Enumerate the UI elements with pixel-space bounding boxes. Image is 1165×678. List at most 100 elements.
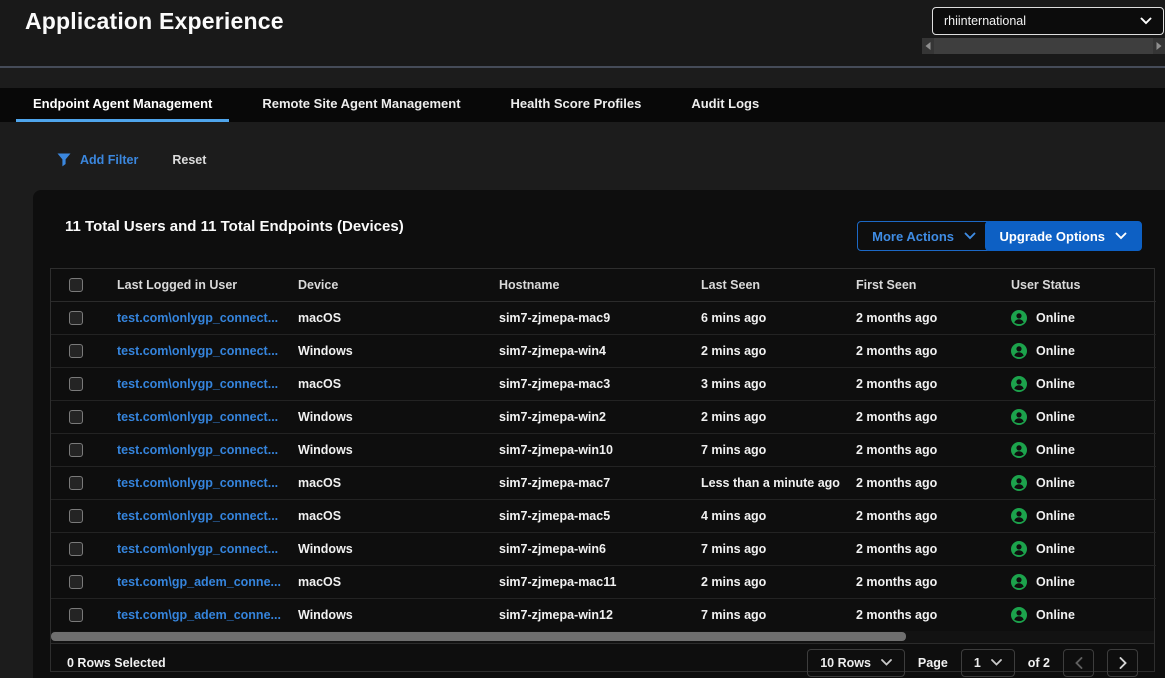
previous-page-button[interactable] [1063, 649, 1094, 677]
row-checkbox[interactable] [69, 575, 83, 589]
user-link[interactable]: test.com\onlygp_connect... [117, 509, 278, 523]
device-cell: Windows [298, 443, 353, 457]
col-last-logged-in-user: Last Logged in User [101, 269, 282, 301]
user-link[interactable]: test.com\gp_adem_conne... [117, 575, 281, 589]
table-horizontal-scrollbar[interactable] [51, 631, 1154, 643]
tab-bar: Endpoint Agent Management Remote Site Ag… [0, 88, 1165, 122]
table-row: test.com\onlygp_connect... macOS sim7-zj… [51, 301, 1156, 334]
table-row: test.com\onlygp_connect... Windows sim7-… [51, 532, 1156, 565]
first-seen-cell: 2 months ago [856, 476, 937, 490]
tab-remote-site-agent-management[interactable]: Remote Site Agent Management [245, 88, 477, 122]
scroll-right-icon[interactable] [1153, 42, 1165, 50]
table-scrollbar-thumb[interactable] [51, 632, 906, 641]
user-link[interactable]: test.com\onlygp_connect... [117, 542, 278, 556]
last-seen-cell: 2 mins ago [701, 344, 766, 358]
user-link[interactable]: test.com\onlygp_connect... [117, 410, 278, 424]
col-hostname: Hostname [483, 269, 685, 301]
user-link[interactable]: test.com\onlygp_connect... [117, 377, 278, 391]
online-user-icon [1011, 376, 1027, 392]
hostname-cell: sim7-zjmepa-win2 [499, 410, 606, 424]
tab-endpoint-agent-management[interactable]: Endpoint Agent Management [16, 88, 229, 122]
row-checkbox[interactable] [69, 542, 83, 556]
user-link[interactable]: test.com\gp_adem_conne... [117, 608, 281, 622]
endpoint-table-card: 11 Total Users and 11 Total Endpoints (D… [33, 190, 1165, 678]
online-user-icon [1011, 508, 1027, 524]
scroll-left-icon[interactable] [922, 42, 934, 50]
table-row: test.com\onlygp_connect... macOS sim7-zj… [51, 367, 1156, 400]
tenant-selector[interactable]: rhiinternational [932, 7, 1164, 35]
upgrade-options-button[interactable]: Upgrade Options [985, 221, 1142, 251]
first-seen-cell: 2 months ago [856, 443, 937, 457]
table-row: test.com\onlygp_connect... macOS sim7-zj… [51, 466, 1156, 499]
online-user-icon [1011, 310, 1027, 326]
add-filter-button[interactable]: Add Filter [57, 153, 138, 167]
status-label: Online [1036, 542, 1075, 556]
reset-filter-button[interactable]: Reset [172, 153, 206, 167]
hostname-cell: sim7-zjmepa-mac9 [499, 311, 610, 325]
row-checkbox[interactable] [69, 344, 83, 358]
table-row: test.com\gp_adem_conne... Windows sim7-z… [51, 598, 1156, 631]
last-seen-cell: 7 mins ago [701, 443, 766, 457]
first-seen-cell: 2 months ago [856, 575, 937, 589]
status-label: Online [1036, 344, 1075, 358]
col-last-seen: Last Seen [685, 269, 840, 301]
more-actions-button[interactable]: More Actions [857, 221, 991, 251]
table-row: test.com\onlygp_connect... Windows sim7-… [51, 400, 1156, 433]
page-title: Application Experience [25, 8, 284, 35]
row-checkbox[interactable] [69, 476, 83, 490]
row-checkbox[interactable] [69, 443, 83, 457]
tenant-selector-value: rhiinternational [944, 14, 1140, 28]
first-seen-cell: 2 months ago [856, 311, 937, 325]
pagination: 10 Rows Page 1 of 2 [807, 649, 1138, 677]
row-checkbox[interactable] [69, 608, 83, 622]
horizontal-scrollbar[interactable] [922, 38, 1165, 54]
status-label: Online [1036, 443, 1075, 457]
rows-selected-count: 0 Rows Selected [67, 656, 166, 670]
page-number-value: 1 [974, 656, 981, 670]
online-user-icon [1011, 607, 1027, 623]
device-cell: macOS [298, 575, 341, 589]
table-body: test.com\onlygp_connect... macOS sim7-zj… [51, 301, 1156, 631]
user-link[interactable]: test.com\onlygp_connect... [117, 443, 278, 457]
first-seen-cell: 2 months ago [856, 542, 937, 556]
row-checkbox[interactable] [69, 311, 83, 325]
user-link[interactable]: test.com\onlygp_connect... [117, 344, 278, 358]
scrollbar-thumb[interactable] [934, 38, 1153, 54]
page-number-select[interactable]: 1 [961, 649, 1015, 677]
user-link[interactable]: test.com\onlygp_connect... [117, 476, 278, 490]
device-cell: Windows [298, 542, 353, 556]
table-header: Last Logged in User Device Hostname Last… [51, 269, 1156, 301]
online-user-icon [1011, 475, 1027, 491]
next-page-button[interactable] [1107, 649, 1138, 677]
first-seen-cell: 2 months ago [856, 410, 937, 424]
chevron-down-icon [1140, 17, 1152, 25]
online-user-icon [1011, 409, 1027, 425]
user-link[interactable]: test.com\onlygp_connect... [117, 311, 278, 325]
online-user-icon [1011, 442, 1027, 458]
online-user-icon [1011, 574, 1027, 590]
device-cell: macOS [298, 377, 341, 391]
last-seen-cell: 4 mins ago [701, 509, 766, 523]
first-seen-cell: 2 months ago [856, 509, 937, 523]
first-seen-cell: 2 months ago [856, 608, 937, 622]
col-device: Device [282, 269, 483, 301]
hostname-cell: sim7-zjmepa-mac7 [499, 476, 610, 490]
filter-icon [57, 153, 71, 167]
tab-health-score-profiles[interactable]: Health Score Profiles [494, 88, 659, 122]
rows-per-page-select[interactable]: 10 Rows [807, 649, 905, 677]
status-label: Online [1036, 575, 1075, 589]
device-cell: macOS [298, 311, 341, 325]
chevron-down-icon [881, 659, 892, 666]
last-seen-cell: 2 mins ago [701, 410, 766, 424]
row-checkbox[interactable] [69, 377, 83, 391]
last-seen-cell: 6 mins ago [701, 311, 766, 325]
table-footer: 0 Rows Selected 10 Rows Page 1 of 2 [51, 643, 1154, 678]
chevron-down-icon [1115, 232, 1127, 240]
tab-audit-logs[interactable]: Audit Logs [674, 88, 776, 122]
last-seen-cell: 2 mins ago [701, 575, 766, 589]
row-checkbox[interactable] [69, 410, 83, 424]
row-checkbox[interactable] [69, 509, 83, 523]
device-cell: macOS [298, 509, 341, 523]
device-cell: Windows [298, 344, 353, 358]
select-all-checkbox[interactable] [69, 278, 83, 292]
